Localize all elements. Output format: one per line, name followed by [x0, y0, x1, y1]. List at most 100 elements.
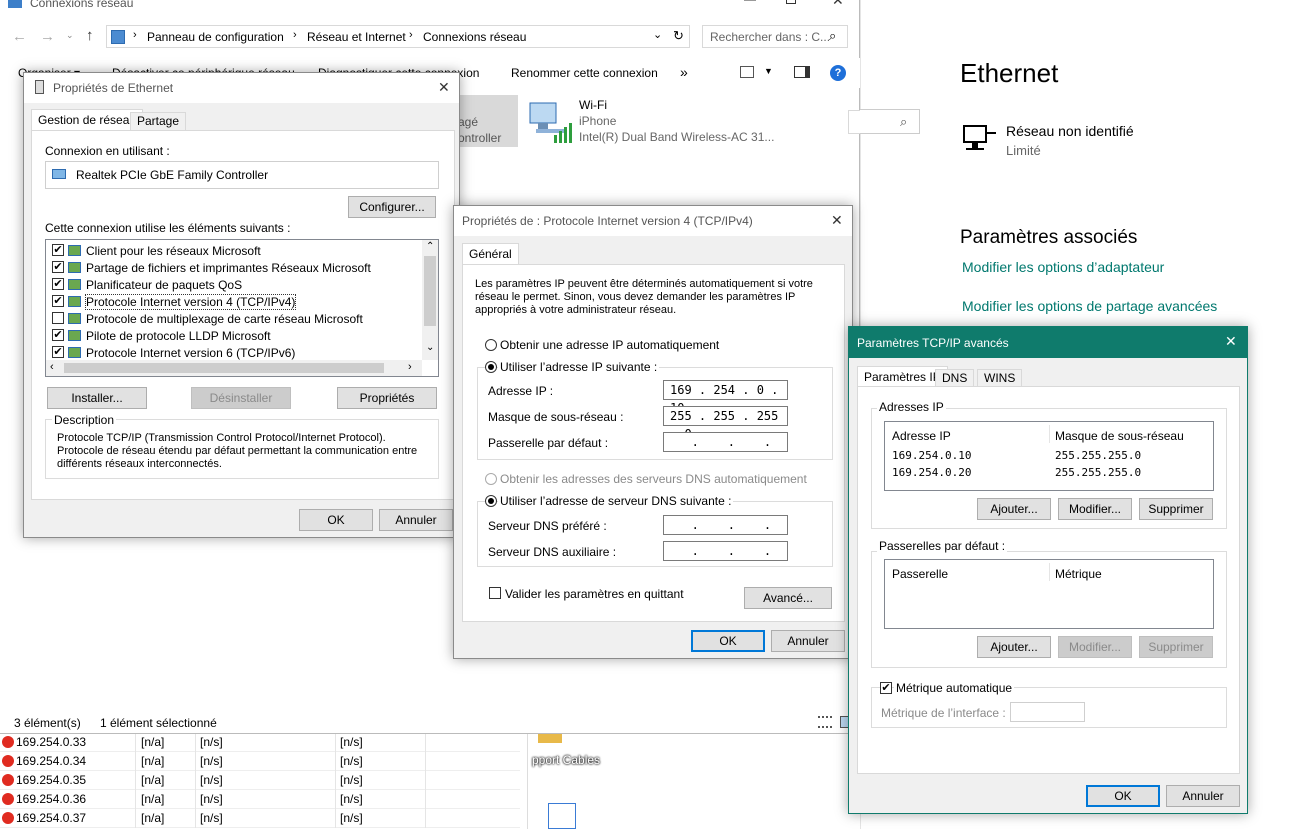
modify-gateway-button[interactable]: Modifier...: [1058, 636, 1132, 658]
component-checkbox[interactable]: ✔: [52, 346, 64, 358]
settings-search-box[interactable]: ⌕: [860, 109, 920, 134]
breadcrumb-item[interactable]: Connexions réseau: [423, 30, 526, 44]
modify-ip-button[interactable]: Modifier...: [1058, 498, 1132, 520]
address-bar[interactable]: › Panneau de configuration › Réseau et I…: [106, 25, 690, 48]
col-header-metric[interactable]: Métrique: [1055, 567, 1102, 581]
component-checkbox[interactable]: ✔: [52, 295, 64, 307]
details-view-icon[interactable]: [818, 716, 832, 728]
refresh-icon[interactable]: ↻: [673, 28, 684, 44]
auto-dns-label[interactable]: Obtenir les adresses des serveurs DNS au…: [500, 472, 807, 486]
more-commands-icon[interactable]: »: [680, 64, 688, 80]
close-icon[interactable]: ✕: [832, 0, 844, 9]
rename-button[interactable]: Renommer cette connexion: [511, 66, 658, 80]
help-icon[interactable]: ?: [830, 65, 846, 81]
uninstall-button[interactable]: Désinstaller: [191, 387, 291, 409]
desktop-item-label[interactable]: pport Cables: [532, 753, 600, 767]
tab-sharing[interactable]: Partage: [130, 112, 187, 131]
col-header-ip[interactable]: Adresse IP: [892, 429, 951, 443]
breadcrumb-item[interactable]: Réseau et Internet: [307, 30, 406, 44]
auto-metric-label[interactable]: Métrique automatique: [894, 681, 1015, 695]
install-button[interactable]: Installer...: [47, 387, 147, 409]
maximize-icon[interactable]: [786, 0, 796, 4]
close-icon[interactable]: ✕: [438, 79, 450, 96]
gateway-field[interactable]: . . .: [663, 432, 788, 452]
minimize-icon[interactable]: —: [744, 0, 756, 6]
alternate-dns-field[interactable]: . . .: [663, 541, 788, 561]
list-item[interactable]: ✔ Partage de fichiers et imprimantes Rése…: [46, 259, 422, 276]
cancel-button[interactable]: Annuler: [1166, 785, 1240, 807]
close-icon[interactable]: ✕: [831, 212, 843, 229]
ok-button[interactable]: OK: [299, 509, 373, 531]
preview-pane-icon[interactable]: [794, 66, 810, 78]
vertical-scrollbar[interactable]: ⌃ ⌄: [422, 240, 438, 360]
recent-dropdown-icon[interactable]: ⌄: [66, 30, 74, 41]
table-row[interactable]: 169.254.0.10 255.255.255.0: [885, 449, 1213, 466]
auto-ip-label[interactable]: Obtenir une adresse IP automatiquement: [500, 338, 719, 352]
configure-button[interactable]: Configurer...: [348, 196, 436, 218]
validate-label[interactable]: Valider les paramètres en quittant: [505, 587, 684, 601]
cancel-button[interactable]: Annuler: [771, 630, 845, 652]
scroll-thumb[interactable]: [64, 363, 384, 373]
validate-checkbox[interactable]: [489, 587, 501, 599]
advanced-button[interactable]: Avancé...: [744, 587, 832, 609]
ok-button[interactable]: OK: [1086, 785, 1160, 807]
list-item[interactable]: ✔ Planificateur de paquets QoS: [46, 276, 422, 293]
network-name[interactable]: Réseau non identifié: [1006, 123, 1134, 139]
auto-ip-radio[interactable]: [485, 339, 497, 351]
search-box[interactable]: Rechercher dans : C... ⌕: [702, 25, 848, 48]
ok-button[interactable]: OK: [691, 630, 765, 652]
forward-arrow-icon[interactable]: →: [40, 28, 55, 45]
list-item[interactable]: 169.254.0.35 [n/a] [n/s] [n/s]: [0, 771, 520, 790]
chevron-left-icon[interactable]: ‹: [50, 361, 54, 373]
search-icon[interactable]: ⌕: [900, 114, 907, 130]
manual-ip-radio[interactable]: [485, 361, 497, 373]
up-arrow-icon[interactable]: ↑: [86, 27, 94, 44]
properties-button[interactable]: Propriétés: [337, 387, 437, 409]
chevron-down-icon[interactable]: ⌄: [653, 28, 662, 41]
component-checkbox[interactable]: ✔: [52, 329, 64, 341]
tab-general[interactable]: Général: [462, 243, 519, 265]
horizontal-scrollbar[interactable]: ‹ ›: [46, 360, 422, 376]
interface-metric-field[interactable]: [1010, 702, 1085, 722]
list-item[interactable]: ✔ Pilote de protocole LLDP Microsoft: [46, 327, 422, 344]
preferred-dns-field[interactable]: . . .: [663, 515, 788, 535]
list-item[interactable]: 169.254.0.33 [n/a] [n/s] [n/s]: [0, 733, 520, 752]
cancel-button[interactable]: Annuler: [379, 509, 453, 531]
subnet-mask-field[interactable]: 255 . 255 . 255 . 0: [663, 406, 788, 441]
tab-dns[interactable]: DNS: [935, 369, 975, 387]
auto-dns-radio[interactable]: [485, 473, 497, 485]
list-item[interactable]: 169.254.0.37 [n/a] [n/s] [n/s]: [0, 809, 520, 828]
chevron-right-icon[interactable]: ›: [408, 361, 412, 373]
ip-address-field[interactable]: 169 . 254 . 0 . 10: [663, 380, 788, 415]
manual-ip-label[interactable]: Utiliser l’adresse IP suivante :: [498, 360, 660, 374]
add-ip-button[interactable]: Ajouter...: [977, 498, 1051, 520]
tab-network[interactable]: Gestion de réseau: [31, 109, 144, 131]
list-item[interactable]: ✔ Protocole Internet version 6 (TCP/IPv6): [46, 344, 422, 361]
close-icon[interactable]: ✕: [1225, 333, 1237, 350]
col-header-gateway[interactable]: Passerelle: [892, 567, 948, 581]
chevron-down-icon[interactable]: ▼: [764, 66, 773, 76]
remove-gateway-button[interactable]: Supprimer: [1139, 636, 1213, 658]
tab-wins[interactable]: WINS: [977, 369, 1023, 387]
connection-item-wifi[interactable]: Wi-Fi iPhone Intel(R) Dual Band Wireless…: [524, 95, 804, 147]
component-checkbox[interactable]: ✔: [52, 278, 64, 290]
back-arrow-icon[interactable]: ←: [12, 28, 27, 45]
connection-item-ethernet[interactable]: agé ontroller: [458, 95, 518, 147]
breadcrumb-item[interactable]: Panneau de configuration: [147, 30, 284, 44]
scroll-thumb[interactable]: [424, 256, 436, 326]
adapter-options-link[interactable]: Modifier les options d’adaptateur: [962, 259, 1164, 275]
chevron-down-icon[interactable]: ⌄: [426, 342, 434, 353]
remove-ip-button[interactable]: Supprimer: [1139, 498, 1213, 520]
sharing-options-link[interactable]: Modifier les options de partage avancées: [962, 298, 1217, 314]
list-item[interactable]: ✔ Client pour les réseaux Microsoft: [46, 242, 422, 259]
add-gateway-button[interactable]: Ajouter...: [977, 636, 1051, 658]
view-options-icon[interactable]: [740, 66, 754, 78]
manual-dns-label[interactable]: Utiliser l’adresse de serveur DNS suivan…: [498, 494, 734, 508]
list-item[interactable]: Protocole de multiplexage de carte résea…: [46, 310, 422, 327]
chevron-up-icon[interactable]: ⌃: [426, 241, 434, 252]
search-icon[interactable]: ⌕: [829, 28, 836, 44]
auto-metric-checkbox[interactable]: ✔: [880, 682, 892, 694]
component-checkbox[interactable]: ✔: [52, 244, 64, 256]
manual-dns-radio[interactable]: [485, 495, 497, 507]
list-item[interactable]: 169.254.0.36 [n/a] [n/s] [n/s]: [0, 790, 520, 809]
